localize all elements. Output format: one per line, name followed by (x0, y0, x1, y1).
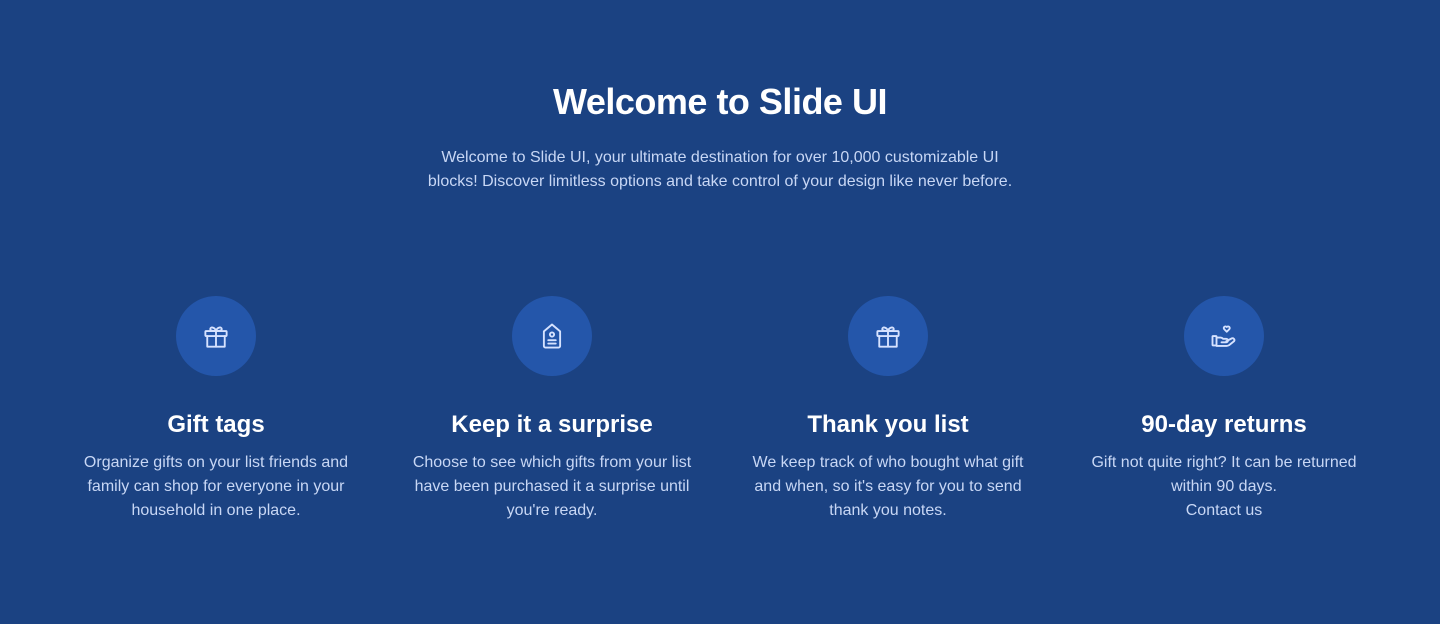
contact-us-link[interactable]: Contact us (1186, 502, 1262, 519)
feature-description-text: Gift not quite right? It can be returned… (1091, 454, 1357, 495)
tag-icon (512, 296, 592, 376)
features-section: Welcome to Slide UI Welcome to Slide UI,… (0, 0, 1440, 624)
feature-description: Choose to see which gifts from your list… (412, 454, 692, 519)
feature-title: Keep it a surprise (451, 411, 653, 438)
feature-grid: Gift tags Organize gifts on your list fr… (48, 296, 1392, 523)
feature-title: 90-day returns (1141, 411, 1307, 438)
feature-keep-it-a-surprise: Keep it a surprise Choose to see which g… (384, 296, 720, 523)
feature-90-day-returns: 90-day returns Gift not quite right? It … (1056, 296, 1392, 523)
feature-gift-tags: Gift tags Organize gifts on your list fr… (48, 296, 384, 523)
gift-icon (176, 296, 256, 376)
feature-title: Gift tags (167, 411, 265, 438)
feature-description: Organize gifts on your list friends and … (83, 454, 349, 519)
feature-description: We keep track of who bought what gift an… (752, 454, 1024, 519)
feature-description: Gift not quite right? It can be returned… (1084, 451, 1364, 523)
section-header: Welcome to Slide UI Welcome to Slide UI,… (0, 78, 1440, 194)
page-subtitle: Welcome to Slide UI, your ultimate desti… (427, 149, 1013, 190)
page-title: Welcome to Slide UI (553, 81, 887, 122)
feature-thank-you-list: Thank you list We keep track of who boug… (720, 296, 1056, 523)
gift-icon (848, 296, 928, 376)
hand-heart-icon (1184, 296, 1264, 376)
feature-title: Thank you list (807, 411, 969, 438)
